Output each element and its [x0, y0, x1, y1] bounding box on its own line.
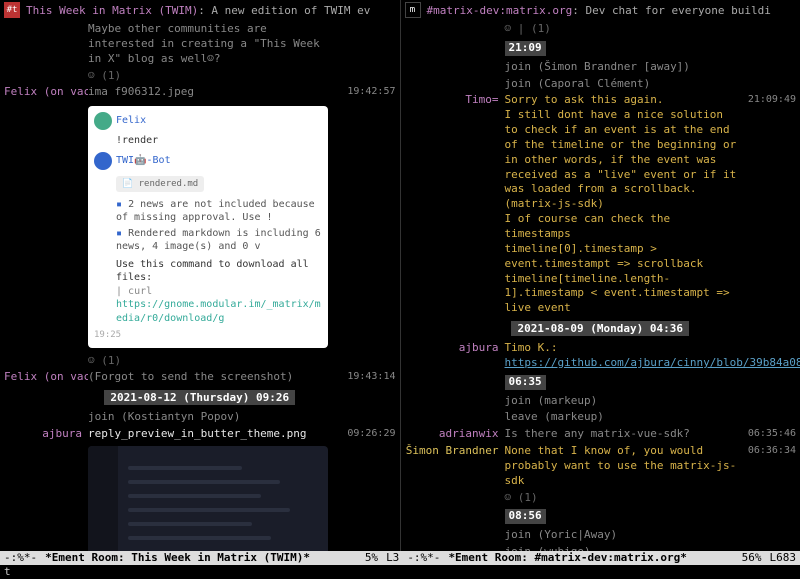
list-item: ▪ 2 news are not included because of mis… [116, 198, 322, 225]
message-body: Maybe other communities are interested i… [88, 22, 340, 67]
sender: Felix (on vaca [4, 85, 88, 100]
image-attachment-row [4, 444, 396, 551]
status-percent: 5% [361, 551, 382, 565]
message-row: Timo= Sorry to ask this again. I still d… [405, 93, 797, 316]
message-body: Timo K.: https://github.com/ajbura/cinny… [505, 341, 800, 371]
status-percent: 56% [738, 551, 766, 565]
minibuffer[interactable]: t [0, 565, 800, 579]
status-line-no: L683 [766, 551, 800, 565]
reaction-row: ☺ | (1) [405, 22, 797, 37]
avatar-icon [94, 112, 112, 130]
date-label: 2021-08-12 (Thursday) 09:26 [104, 390, 295, 405]
date-separator: 2021-08-09 (Monday) 04:36 [405, 322, 797, 335]
room-header-right: m #matrix-dev:matrix.org : Dev chat for … [401, 0, 800, 20]
message-row: adrianwix Is there any matrix-vue-sdk? 0… [405, 427, 797, 442]
sender: adrianwix [405, 427, 505, 442]
message-row: ajbura reply_preview_in_butter_theme.png… [4, 427, 396, 442]
timestamp: 09:26:29 [340, 427, 396, 442]
join-event: join (markeup) [505, 394, 741, 409]
sender: Šimon Brandner [405, 444, 505, 489]
timestamp: 19:42:57 [340, 85, 396, 100]
room-avatar-icon: m [405, 2, 421, 18]
message-body: (Forgot to send the screenshot) [88, 370, 340, 385]
file-chip[interactable]: 📄 rendered.md [116, 176, 204, 192]
card-command: !render [116, 134, 322, 148]
message-body[interactable]: reply_preview_in_butter_theme.png [88, 427, 340, 442]
message-body: Is there any matrix-vue-sdk? [505, 427, 741, 442]
reaction-count: (1) [101, 354, 121, 367]
message-row: ajbura Timo K.: https://github.com/ajbur… [405, 341, 797, 371]
join-event: join (Caporal Clément) [505, 77, 741, 92]
card-sender: Felix [116, 114, 146, 128]
right-pane: m #matrix-dev:matrix.org : Dev chat for … [401, 0, 800, 551]
list-item: ▪ Rendered markdown is including 6 news,… [116, 227, 322, 254]
time-badge: 08:56 [505, 509, 546, 524]
reaction-count: (1) [518, 491, 538, 504]
message-body[interactable]: ima f906312.jpeg [88, 85, 340, 100]
status-left: -:%*- [0, 551, 41, 565]
status-left: -:%*- [403, 551, 444, 565]
split-view: #t This Week in Matrix (TWIM) : A new ed… [0, 0, 800, 551]
card-timestamp: 19:25 [94, 329, 322, 341]
reaction-row: ☺ (1) [4, 354, 396, 369]
room-name: This Week in Matrix (TWIM) [26, 4, 198, 17]
timestamp: 06:36:34 [740, 444, 796, 489]
reaction-row: ☺ (1) [405, 491, 797, 506]
timestamp: 21:09:49 [740, 93, 796, 316]
join-event: join (Kostiantyn Popov) [88, 410, 340, 425]
room-topic: : Dev chat for everyone buildi [572, 4, 771, 17]
reaction-count: (1) [101, 69, 121, 82]
avatar-icon [94, 152, 112, 170]
code-snippet: | curl https://gnome.modular.im/_matrix/… [116, 285, 322, 326]
date-label: 2021-08-09 (Monday) 04:36 [511, 321, 689, 336]
mode-line: -:%*- *Ement Room: This Week in Matrix (… [0, 551, 800, 565]
room-topic: : A new edition of TWIM ev [198, 4, 370, 17]
status-buffer: *Ement Room: This Week in Matrix (TWIM)* [41, 551, 314, 565]
left-pane: #t This Week in Matrix (TWIM) : A new ed… [0, 0, 401, 551]
status-buffer: *Ement Room: #matrix-dev:matrix.org* [444, 551, 690, 565]
message-body: Sorry to ask this again. I still dont ha… [505, 93, 741, 316]
message-row: Felix (on vaca (Forgot to send the scree… [4, 370, 396, 385]
reaction-icon[interactable]: ☺ | (1) [505, 22, 741, 37]
image-attachment-row: Felix !render TWI🤖-Bot 📄 rendered.md ▪ 2… [4, 102, 396, 351]
timestamp: 06:35:46 [740, 427, 796, 442]
sender: Timo= [405, 93, 505, 316]
message-row: Šimon Brandner None that I know of, you … [405, 444, 797, 489]
sender: ajbura [4, 427, 88, 442]
leave-event: leave (markeup) [505, 410, 741, 425]
reaction-count: (1) [531, 22, 551, 35]
reaction-icon[interactable]: ☺ (1) [505, 491, 741, 506]
join-row: join (Kostiantyn Popov) [4, 410, 396, 425]
message-row: Felix (on vaca ima f906312.jpeg 19:42:57 [4, 85, 396, 100]
reaction-icon[interactable]: ☺ (1) [88, 69, 340, 84]
card-bot-name: TWI🤖-Bot [116, 154, 171, 168]
reaction-row: ☺ (1) [4, 69, 396, 84]
link[interactable]: https://github.com/ajbura/cinny/blob/39b… [505, 356, 800, 369]
reaction-icon[interactable]: ☺ (1) [88, 354, 340, 369]
sender: ajbura [405, 341, 505, 371]
room-avatar-icon: #t [4, 2, 20, 18]
room-name: #matrix-dev:matrix.org [427, 4, 573, 17]
time-badge: 06:35 [505, 375, 546, 390]
message-list-right[interactable]: ☺ | (1) 21:09 join (Šimon Brandner [away… [401, 20, 800, 551]
card-text: Use this command to download all files: [116, 258, 322, 285]
status-line-no: L3 [382, 551, 403, 565]
join-event: join (Šimon Brandner [away]) [505, 60, 741, 75]
room-header-left: #t This Week in Matrix (TWIM) : A new ed… [0, 0, 400, 20]
join-event: join (Yoric|Away) [505, 528, 741, 543]
message-list-left[interactable]: Maybe other communities are interested i… [0, 20, 400, 551]
attachment-preview[interactable]: Felix !render TWI🤖-Bot 📄 rendered.md ▪ 2… [88, 106, 328, 347]
message-row: Maybe other communities are interested i… [4, 22, 396, 67]
timestamp: 19:43:14 [340, 370, 396, 385]
message-body: None that I know of, you would probably … [505, 444, 741, 489]
time-badge: 21:09 [505, 41, 546, 56]
sender: Felix (on vaca [4, 370, 88, 385]
date-separator: 2021-08-12 (Thursday) 09:26 [4, 391, 396, 404]
image-thumbnail[interactable] [88, 446, 328, 551]
